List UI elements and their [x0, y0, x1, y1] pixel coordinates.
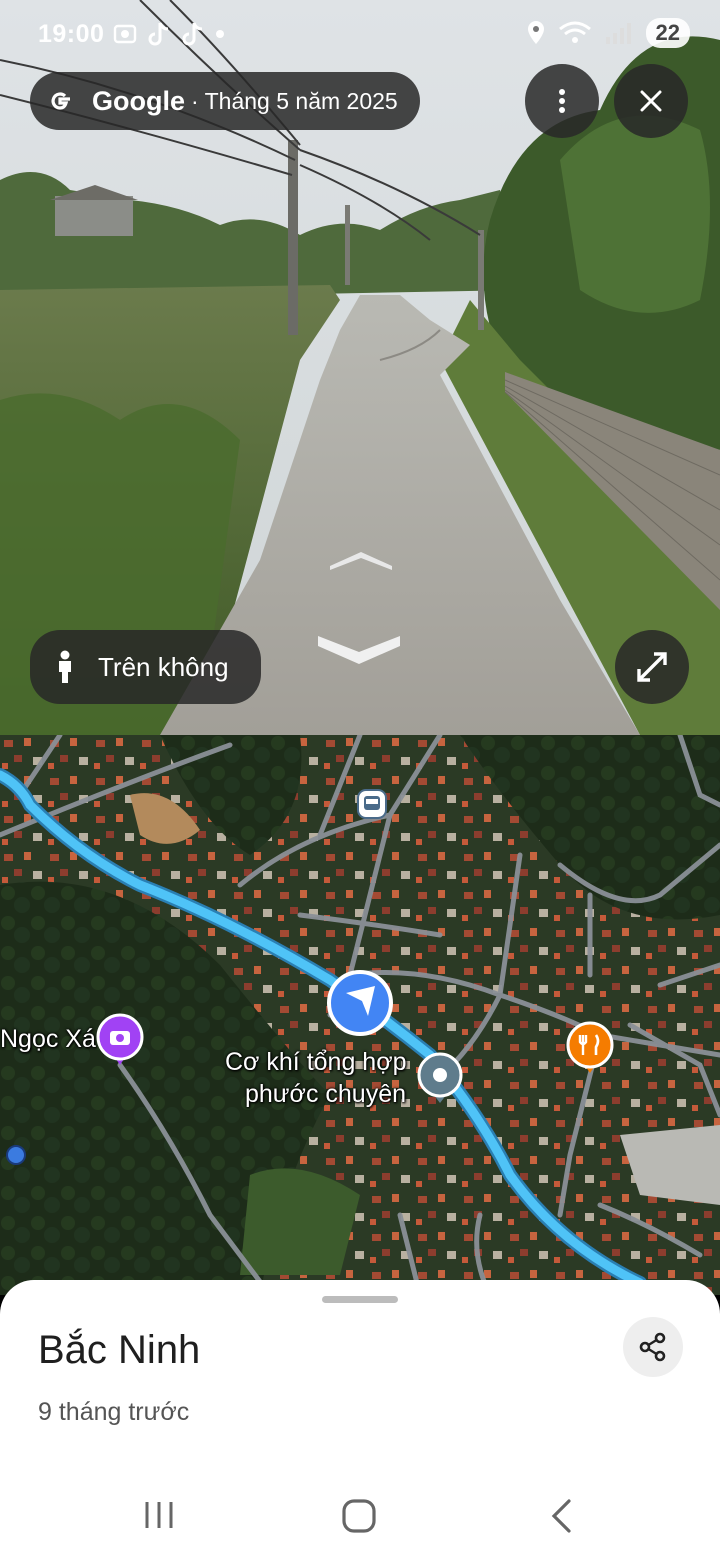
street-view-panel[interactable]: 19:00 22 Google · Tháng 5 năm 2025 Trên … [0, 0, 720, 735]
home-icon [342, 1499, 376, 1533]
signal-icon [605, 23, 631, 44]
screenshot-icon [113, 24, 137, 44]
close-icon [640, 90, 662, 112]
map-label-business-line1[interactable]: Cơ khí tổng hợp [225, 1048, 407, 1077]
place-title: Bắc Ninh [38, 1328, 201, 1372]
wifi-icon [558, 21, 591, 43]
status-bar: 19:00 22 [0, 0, 720, 70]
pegman-icon [59, 650, 71, 683]
map-view[interactable]: Ngọc Xá Cơ khí tổng hợp phước chuyên [0, 735, 720, 1295]
system-icons: 22 [526, 18, 690, 48]
map-label-ngoc-xa[interactable]: Ngọc Xá [0, 1025, 96, 1054]
g-logo-icon [51, 92, 70, 110]
share-button[interactable] [623, 1317, 683, 1377]
google-brand: Google [92, 85, 185, 116]
status-time: 19:00 [38, 20, 105, 48]
imagery-info-pill[interactable]: Google · Tháng 5 năm 2025 [30, 72, 420, 130]
chevron-up-icon[interactable] [328, 546, 394, 572]
map-label-business-line2[interactable]: phước chuyên [245, 1080, 406, 1109]
back-button[interactable] [548, 1498, 574, 1539]
battery-indicator: 22 [645, 18, 690, 48]
tiktok-icon [182, 22, 203, 46]
imagery-date: · Tháng 5 năm 2025 [191, 87, 398, 114]
chevron-down-icon[interactable] [316, 632, 402, 666]
recents-icon [145, 1502, 173, 1528]
current-location-icon[interactable] [327, 970, 393, 1036]
back-icon [551, 1499, 571, 1533]
tiktok-icon [148, 22, 169, 46]
place-sheet[interactable]: Bắc Ninh 9 tháng trước [0, 1280, 720, 1560]
share-icon [639, 1332, 666, 1362]
bus-stop-icon[interactable] [357, 789, 387, 819]
aerial-view-label: Trên không [98, 651, 229, 682]
dot-icon [216, 30, 224, 38]
more-vert-icon [559, 89, 565, 113]
expand-icon [637, 652, 667, 682]
expand-button[interactable] [615, 630, 689, 704]
system-navigation-bar [0, 1480, 720, 1550]
recents-button[interactable] [142, 1498, 176, 1537]
close-button[interactable] [614, 64, 688, 138]
map-poi-dot[interactable] [6, 1145, 26, 1165]
location-icon [527, 21, 544, 44]
satellite-map[interactable] [0, 735, 720, 1295]
place-subtitle: 9 tháng trước [38, 1398, 190, 1426]
home-button[interactable] [341, 1498, 377, 1539]
sheet-drag-handle[interactable] [322, 1296, 398, 1303]
more-options-button[interactable] [525, 64, 599, 138]
notification-icons [112, 20, 226, 48]
aerial-view-button[interactable]: Trên không [30, 630, 261, 704]
